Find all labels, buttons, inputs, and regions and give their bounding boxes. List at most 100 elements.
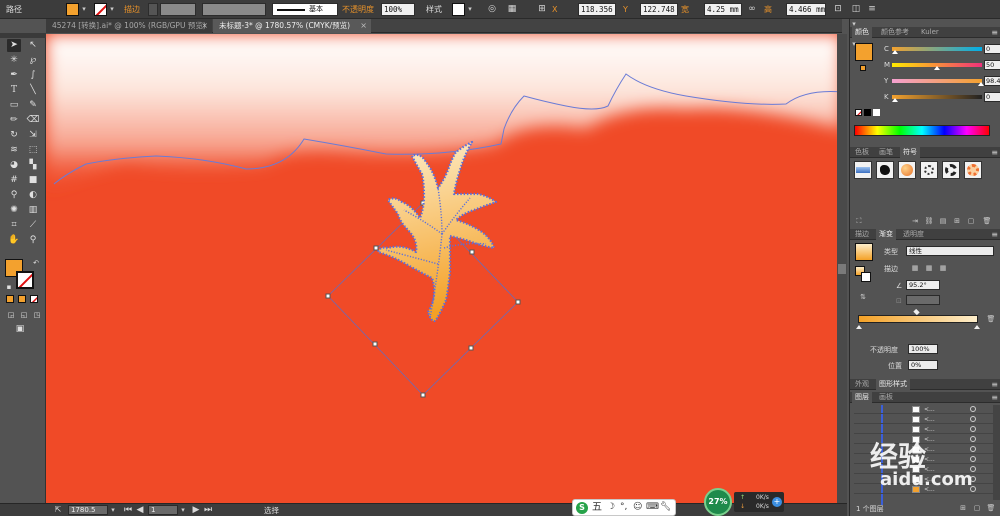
delete-layer-icon[interactable]: 🗑︎ [986, 504, 996, 513]
artboard-number-field[interactable]: 1 [148, 505, 178, 515]
fill-dropdown-arrow[interactable]: ▾ [80, 3, 88, 16]
symbol-options-icon[interactable]: ▤ [938, 217, 948, 226]
usage-percent-badge[interactable]: 27% [704, 488, 732, 516]
rectangle-icon[interactable]: ▭ [7, 99, 21, 112]
tab-brushes[interactable]: 画笔 [876, 147, 896, 158]
default-colors-icon[interactable]: ▪ [2, 281, 16, 294]
slider-knob[interactable] [892, 50, 898, 54]
gradient-mode-icon[interactable] [18, 295, 26, 303]
color-stroke-swatch[interactable] [860, 65, 866, 71]
gradient-slider-bar[interactable] [858, 315, 978, 323]
tab-appearance[interactable]: 外观 [852, 379, 872, 390]
gradient-opacity-field[interactable]: 100% [908, 344, 938, 354]
zoom-dropdown-arrow[interactable]: ▾ [109, 504, 117, 516]
delete-symbol-icon[interactable]: 🗑︎ [982, 217, 992, 226]
eraser-icon[interactable]: ⌫ [26, 114, 40, 127]
mesh-icon[interactable]: # [7, 174, 21, 187]
gradient-angle-field[interactable]: 95.2° [906, 280, 940, 290]
type-icon[interactable]: T [7, 84, 21, 97]
layer-row[interactable]: <... [854, 415, 994, 424]
panel-menu-icon[interactable]: ≡ [991, 379, 998, 390]
close-icon[interactable]: × [360, 19, 367, 33]
panel-menu-icon[interactable]: ≡ [991, 27, 998, 38]
new-sublayer-icon[interactable]: ⊞ [958, 504, 968, 513]
free-transform-icon[interactable]: ⬚ [26, 144, 40, 157]
new-layer-icon[interactable]: ▢ [972, 504, 982, 513]
stroke-color-box[interactable] [16, 271, 34, 289]
gradient-location-field[interactable]: 0% [908, 360, 938, 370]
gradient-stop-start[interactable] [856, 325, 862, 329]
tab-document-1[interactable]: 45274 [转换].ai* @ 100% (RGB/GPU 预览) × [46, 19, 212, 33]
artboard-canvas[interactable] [46, 34, 842, 503]
pen-icon[interactable]: ✒ [7, 69, 21, 82]
gradient-preview-swatch[interactable] [855, 243, 873, 261]
channel-value[interactable]: 98.48 [984, 76, 1000, 86]
symbol-blue-banner[interactable] [854, 161, 872, 179]
rotate-icon[interactable]: ↻ [7, 129, 21, 142]
symbol-orange-flower[interactable] [964, 161, 982, 179]
isolate-icon[interactable]: ◫ [850, 3, 862, 15]
blend-icon[interactable]: ◐ [26, 189, 40, 202]
slider-track[interactable] [892, 95, 982, 99]
vertical-scrollbar[interactable] [837, 34, 847, 503]
draw-behind-icon[interactable]: ◱ [17, 309, 31, 322]
constrain-proportions-icon[interactable]: ∞ [746, 3, 758, 15]
layer-row[interactable]: <... [854, 405, 994, 414]
zoom-level-field[interactable]: 1780.5 [68, 505, 108, 515]
color-fill-swatch[interactable] [855, 43, 873, 61]
stroke-weight-field[interactable] [160, 3, 196, 16]
slider-knob[interactable] [934, 66, 940, 70]
tab-symbols[interactable]: 符号 [900, 147, 920, 158]
slice-icon[interactable]: ⟋ [26, 219, 40, 232]
sogou-logo-icon[interactable]: S [576, 502, 588, 514]
slider-knob[interactable] [892, 98, 898, 102]
swap-fill-stroke-icon[interactable]: ↶ [29, 257, 43, 270]
align-grid-icon[interactable]: ▦ [506, 3, 518, 15]
settings-wrench-icon[interactable]: 🔧︎ [660, 500, 671, 515]
panel-menu-icon[interactable]: ≡ [866, 3, 878, 15]
target-circle-icon[interactable] [970, 416, 976, 422]
gradient-stroke-swatch[interactable] [861, 272, 871, 282]
gradient-type-select[interactable]: 线性 [906, 246, 994, 256]
slider-track[interactable] [892, 47, 982, 51]
gradient-stop-end[interactable] [974, 325, 980, 329]
brush-definition-field[interactable]: 基本 [272, 3, 338, 16]
style-dropdown-arrow[interactable]: ▾ [466, 3, 474, 16]
tab-kuler[interactable]: Kuler [918, 27, 942, 38]
stroke-dropdown-arrow[interactable]: ▾ [108, 3, 116, 16]
column-graph-icon[interactable]: ▥ [26, 204, 40, 217]
color-spectrum-bar[interactable] [854, 125, 990, 136]
new-symbol-page-icon[interactable]: ▢ [966, 217, 976, 226]
symbol-orange-ball[interactable] [898, 161, 916, 179]
first-artboard-icon[interactable]: ⏮ [122, 504, 134, 516]
y-field[interactable]: 122.748 r [640, 3, 678, 16]
network-monitor-widget[interactable]: 27% ↑ 0K/s ↓ 0K/s + [704, 488, 794, 516]
cyan-slider[interactable]: C 0 % [884, 44, 1000, 54]
open-in-bridge-icon[interactable]: ⇱ [52, 504, 64, 516]
tab-graphic-styles[interactable]: 图形样式 [876, 379, 910, 390]
transform-icon[interactable]: ⊡ [832, 3, 844, 15]
stroke-along-icon[interactable]: ▦ [924, 264, 934, 273]
delete-stop-icon[interactable]: 🗑︎ [986, 315, 996, 324]
input-method-toolbar[interactable]: S 五 ☽ °, ☺ ⌨ 🔧︎ [572, 499, 676, 516]
keyboard-icon[interactable]: ⌨ [646, 500, 659, 515]
color-mode-icon[interactable] [6, 295, 14, 303]
half-width-moon-icon[interactable]: ☽ [607, 500, 615, 515]
new-symbol-icon[interactable]: ⊞ [952, 217, 962, 226]
variable-width-profile[interactable] [202, 3, 266, 16]
width-field[interactable]: 4.25 mm [704, 3, 742, 16]
opacity-field[interactable]: 100% [381, 3, 415, 16]
tab-color-guide[interactable]: 颜色参考 [878, 27, 912, 38]
gradient-icon[interactable]: ■ [26, 174, 40, 187]
tab-stroke[interactable]: 描边 [852, 229, 872, 240]
target-circle-icon[interactable] [970, 426, 976, 432]
white-color-icon[interactable] [873, 109, 880, 116]
black-color-icon[interactable] [864, 109, 871, 116]
previous-artboard-icon[interactable]: ◀ [134, 504, 146, 516]
stroke-label[interactable]: 描边 [124, 0, 140, 19]
tab-layers[interactable]: 图层 [852, 392, 872, 403]
opacity-label[interactable]: 不透明度 [342, 0, 374, 19]
panel-menu-icon[interactable]: ≡ [991, 147, 998, 158]
channel-value[interactable]: 0 [984, 44, 1000, 54]
scrollbar-thumb[interactable] [838, 264, 846, 274]
